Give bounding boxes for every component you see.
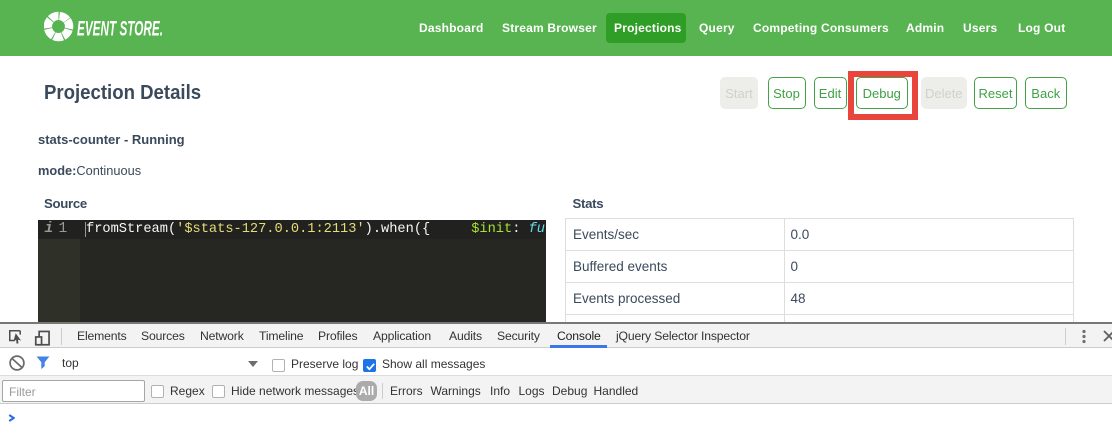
svg-text:EVENT STORE.: EVENT STORE.: [77, 18, 163, 41]
